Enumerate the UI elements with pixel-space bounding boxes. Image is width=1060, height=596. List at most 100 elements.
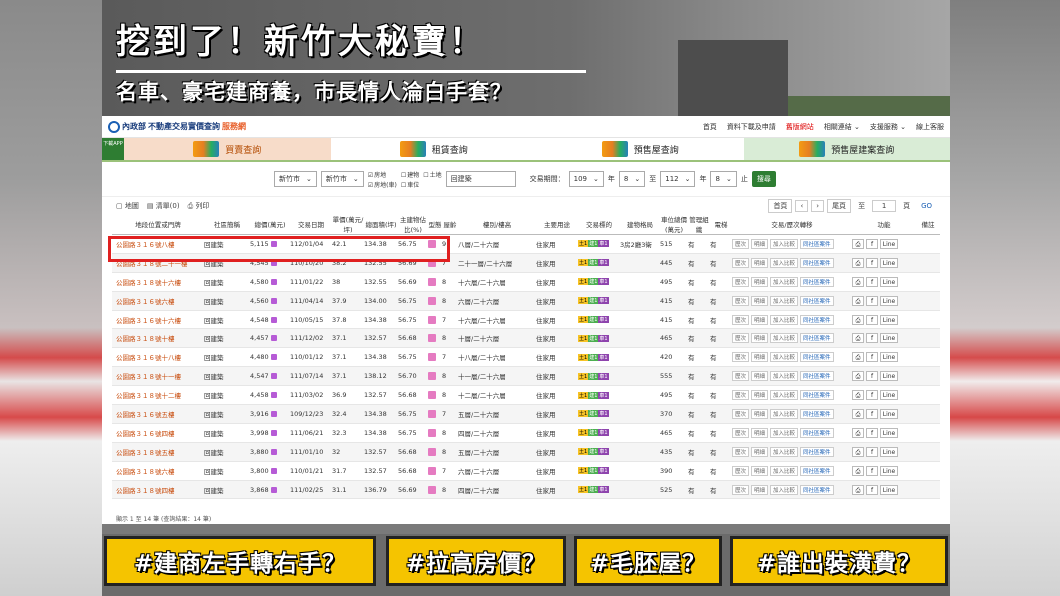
row-action-button[interactable]: 加入比較 [770, 446, 799, 457]
column-header[interactable]: 電梯 [710, 214, 732, 235]
column-header[interactable]: 型態 [428, 214, 442, 235]
district-select[interactable]: 新竹市 ⌄ [320, 171, 364, 187]
checkbox-house-land-parking[interactable]: 房地(車) [368, 180, 397, 189]
qr-app-badge[interactable]: 下載APP [102, 138, 124, 160]
line-share-button[interactable]: Line [880, 314, 898, 325]
row-action-button[interactable]: 歷次 [732, 314, 750, 325]
facebook-icon[interactable]: f [866, 390, 878, 401]
column-header[interactable]: 主要用途 [536, 214, 578, 235]
column-header[interactable]: 樓別/樓高 [458, 214, 536, 235]
column-header[interactable]: 屋齡 [442, 214, 458, 235]
address-link[interactable]: 公園路３１８號十六樓 [112, 272, 204, 292]
table-row[interactable]: 公園路３１８號十六樓 回建築 4,580 111/01/22 38 132.55 56.6… [112, 272, 940, 292]
row-action-button[interactable]: 歷次 [732, 427, 750, 438]
facebook-icon[interactable]: f [866, 408, 878, 419]
address-link[interactable]: 公園路３１６號十八樓 [112, 347, 204, 368]
pager-page-input[interactable]: 1 [872, 199, 897, 212]
print-icon[interactable]: ⎙ [852, 352, 864, 363]
column-header[interactable]: 交易/歷次轉移 [732, 214, 852, 235]
facebook-icon[interactable]: f [866, 257, 878, 268]
address-link[interactable]: 公園路３１６號四樓 [112, 423, 204, 443]
row-action-button[interactable]: 歷次 [732, 371, 750, 382]
table-row[interactable]: 公園路３１６號六樓 回建築 4,560 111/04/14 37.9 134.00 56.… [112, 291, 940, 311]
address-link[interactable]: 公園路３１８號十二樓 [112, 385, 204, 406]
row-action-button[interactable]: 明細 [751, 238, 769, 249]
top-link-support[interactable]: 支援服務 ⌄ [870, 122, 906, 132]
line-share-button[interactable]: Line [880, 446, 898, 457]
row-action-button[interactable]: 同社區案件 [800, 352, 834, 363]
row-action-button[interactable]: 歷次 [732, 276, 750, 287]
tab-presale[interactable]: 預售屋查詢 [537, 138, 744, 160]
print-icon[interactable]: ⎙ [852, 390, 864, 401]
print-icon[interactable]: ⎙ [852, 408, 864, 419]
top-link-service[interactable]: 線上客服 [916, 122, 944, 132]
row-action-button[interactable]: 同社區案件 [800, 295, 834, 306]
table-row[interactable]: 公園路３１８號五樓 回建築 3,880 111/01/10 32 132.57 56.68… [112, 442, 940, 462]
city-select[interactable]: 新竹市 ⌄ [274, 171, 317, 187]
column-header[interactable]: 建物格局 [620, 214, 660, 235]
row-action-button[interactable]: 同社區案件 [800, 408, 834, 419]
print-icon[interactable]: ⎙ [852, 446, 864, 457]
line-share-button[interactable]: Line [880, 333, 898, 344]
row-action-button[interactable]: 加入比較 [770, 238, 799, 249]
address-link[interactable]: 公園路３１６號六樓 [112, 291, 204, 311]
keyword-input[interactable]: 回建築 [445, 171, 516, 187]
to-month-select[interactable]: 8 ⌄ [710, 171, 737, 187]
facebook-icon[interactable]: f [866, 238, 878, 249]
line-share-button[interactable]: Line [880, 465, 898, 476]
row-action-button[interactable]: 加入比較 [770, 484, 799, 495]
row-action-button[interactable]: 加入比較 [770, 333, 799, 344]
pager-last[interactable]: 尾頁 [827, 198, 852, 213]
line-share-button[interactable]: Line [880, 427, 898, 438]
tab-sale[interactable]: 買賣查詢 [124, 138, 331, 160]
table-row[interactable]: 公園路３１６號四樓 回建築 3,998 111/06/21 32.3 134.38 56.… [112, 423, 940, 443]
print-icon[interactable]: ⎙ [852, 465, 864, 476]
list-view-button[interactable]: ▤ 清單(0) [147, 201, 180, 211]
column-header[interactable]: 單價(萬元/坪) [332, 214, 364, 235]
column-header[interactable]: 總價(萬元) [250, 214, 290, 235]
pager-next[interactable]: › [811, 199, 825, 212]
line-share-button[interactable]: Line [880, 352, 898, 363]
row-action-button[interactable]: 加入比較 [770, 408, 799, 419]
map-view-button[interactable]: ▢ 地圖 [116, 201, 139, 211]
facebook-icon[interactable]: f [866, 333, 878, 344]
column-header[interactable]: 主建物佔比(%) [398, 214, 428, 235]
row-action-button[interactable]: 同社區案件 [800, 427, 834, 438]
row-action-button[interactable]: 同社區案件 [800, 314, 834, 325]
line-share-button[interactable]: Line [880, 371, 898, 382]
row-action-button[interactable]: 歷次 [732, 446, 750, 457]
top-link-related[interactable]: 相關連結 ⌄ [824, 122, 860, 132]
line-share-button[interactable]: Line [880, 295, 898, 306]
print-button[interactable]: ⎙ 列印 [188, 201, 210, 211]
row-action-button[interactable]: 歷次 [732, 352, 750, 363]
row-action-button[interactable]: 明細 [751, 276, 769, 287]
row-action-button[interactable]: 加入比較 [770, 314, 799, 325]
column-header[interactable]: 功能 [852, 214, 916, 235]
row-action-button[interactable]: 加入比較 [770, 390, 799, 401]
column-header[interactable]: 管理組織 [688, 214, 710, 235]
row-action-button[interactable]: 歷次 [732, 333, 750, 344]
checkbox-parking[interactable]: 車位 [401, 180, 419, 189]
row-action-button[interactable]: 同社區案件 [800, 465, 834, 476]
table-row[interactable]: 公園路３１６號十六樓 回建築 4,548 110/05/15 37.8 134.38 56… [112, 310, 940, 330]
line-share-button[interactable]: Line [880, 276, 898, 287]
print-icon[interactable]: ⎙ [852, 333, 864, 344]
column-header[interactable]: 交易標的 [578, 214, 620, 235]
table-row[interactable]: 公園路３１８號十二樓 回建築 4,458 111/03/02 36.9 132.57 56… [112, 385, 940, 406]
address-link[interactable]: 公園路３１６號五樓 [112, 404, 204, 424]
address-link[interactable]: 公園路３１８號六樓 [112, 461, 204, 481]
column-header[interactable]: 總面積(坪) [364, 214, 398, 235]
row-action-button[interactable]: 加入比較 [770, 465, 799, 476]
table-row[interactable]: 公園路３１６號十八樓 回建築 4,480 110/01/12 37.1 134.38 56… [112, 347, 940, 368]
facebook-icon[interactable]: f [866, 371, 878, 382]
facebook-icon[interactable]: f [866, 465, 878, 476]
facebook-icon[interactable]: f [866, 446, 878, 457]
line-share-button[interactable]: Line [880, 408, 898, 419]
table-row[interactable]: 公園路３１６號五樓 回建築 3,916 109/12/23 32.4 134.38 56.… [112, 404, 940, 424]
from-year-select[interactable]: 109 ⌄ [568, 171, 604, 187]
row-action-button[interactable]: 明細 [751, 257, 769, 268]
row-action-button[interactable]: 明細 [751, 465, 769, 476]
row-action-button[interactable]: 同社區案件 [800, 276, 834, 287]
address-link[interactable]: 公園路３１８號十樓 [112, 328, 204, 349]
line-share-button[interactable]: Line [880, 238, 898, 249]
